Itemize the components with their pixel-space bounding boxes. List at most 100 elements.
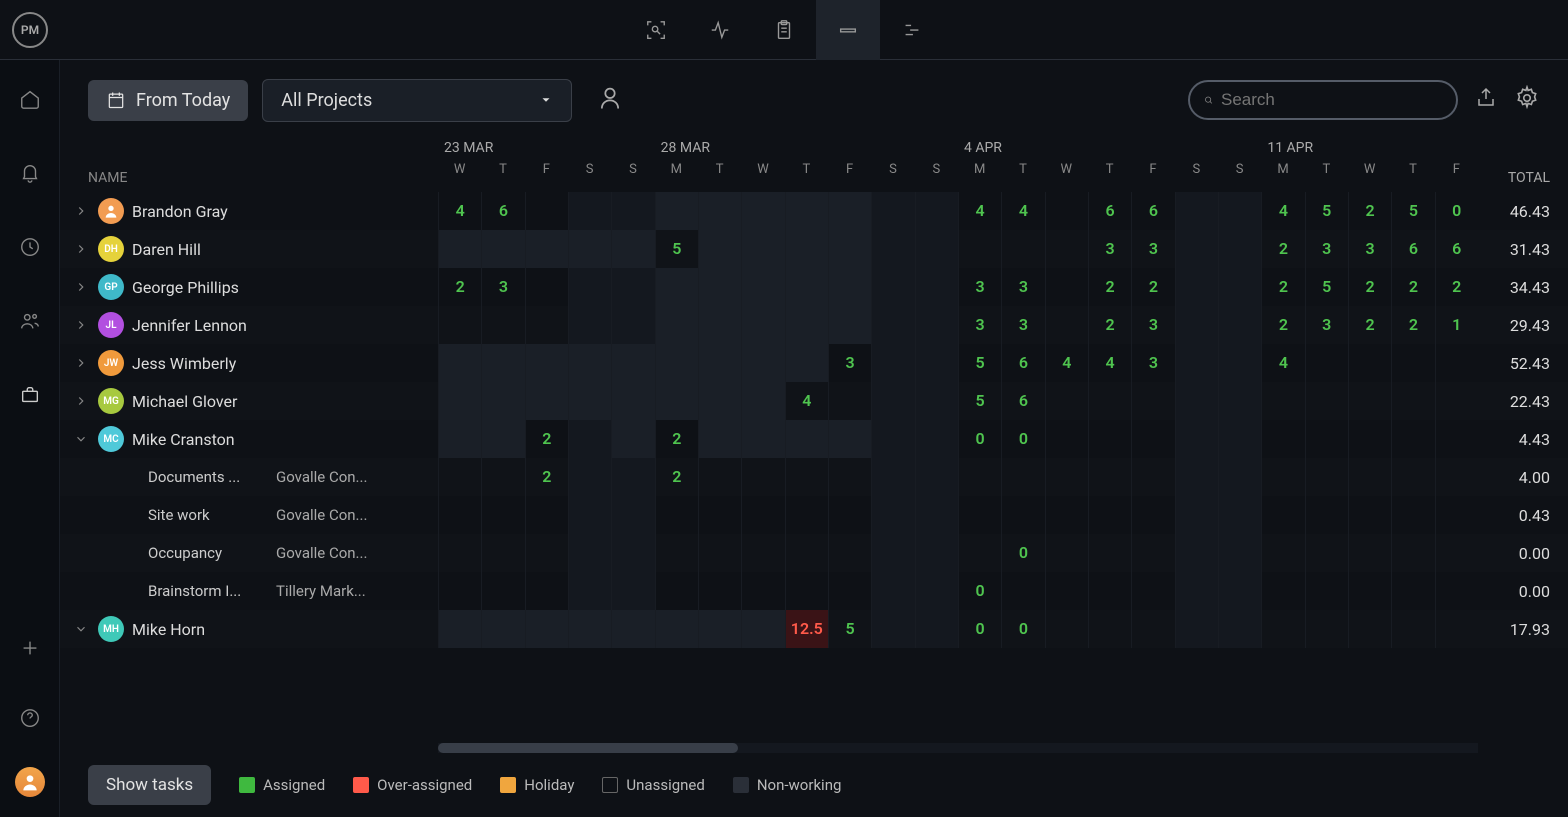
cell[interactable]: [1088, 572, 1131, 610]
cell[interactable]: [1088, 382, 1131, 420]
cell[interactable]: [1001, 230, 1044, 268]
cell[interactable]: [785, 458, 828, 496]
cell[interactable]: [1261, 534, 1304, 572]
cell[interactable]: [1045, 458, 1088, 496]
cell[interactable]: 2: [1088, 268, 1131, 306]
cell[interactable]: [1348, 420, 1391, 458]
cell[interactable]: [481, 344, 524, 382]
cell[interactable]: [698, 382, 741, 420]
cell[interactable]: [1218, 268, 1261, 306]
bell-icon[interactable]: [0, 152, 60, 194]
cell[interactable]: 5: [1305, 192, 1348, 230]
cell[interactable]: 0: [1435, 192, 1478, 230]
cell[interactable]: [1305, 420, 1348, 458]
cell[interactable]: [1261, 610, 1304, 648]
cell[interactable]: [655, 382, 698, 420]
cell[interactable]: [568, 344, 611, 382]
cell[interactable]: [828, 420, 871, 458]
cell[interactable]: 4: [1261, 344, 1304, 382]
cell[interactable]: [1045, 268, 1088, 306]
cell[interactable]: [828, 268, 871, 306]
cell[interactable]: [1131, 420, 1174, 458]
cell[interactable]: [1088, 610, 1131, 648]
cell[interactable]: [1045, 534, 1088, 572]
cell[interactable]: [741, 268, 784, 306]
cell[interactable]: [698, 344, 741, 382]
cell[interactable]: [481, 420, 524, 458]
cell[interactable]: [611, 344, 654, 382]
cell[interactable]: 5: [655, 230, 698, 268]
cell[interactable]: [785, 192, 828, 230]
cell[interactable]: 12.5: [785, 610, 828, 648]
cell[interactable]: [828, 458, 871, 496]
people-icon[interactable]: [0, 300, 60, 342]
cell[interactable]: [1088, 458, 1131, 496]
chevron-down-icon[interactable]: [74, 432, 90, 446]
cell[interactable]: [871, 268, 914, 306]
cell[interactable]: [1348, 572, 1391, 610]
cell[interactable]: [698, 230, 741, 268]
cell[interactable]: [1261, 420, 1304, 458]
cell[interactable]: 6: [1001, 344, 1044, 382]
cell[interactable]: [1131, 610, 1174, 648]
cell[interactable]: 3: [828, 344, 871, 382]
cell[interactable]: [1045, 610, 1088, 648]
workload-icon[interactable]: [816, 0, 880, 60]
cell[interactable]: [1305, 458, 1348, 496]
cell[interactable]: [1088, 534, 1131, 572]
cell[interactable]: [438, 344, 481, 382]
cell[interactable]: [525, 496, 568, 534]
cell[interactable]: 2: [1435, 268, 1478, 306]
cell[interactable]: [1131, 496, 1174, 534]
cell[interactable]: [1131, 534, 1174, 572]
cell[interactable]: [1175, 534, 1218, 572]
cell[interactable]: [481, 534, 524, 572]
cell[interactable]: 5: [958, 344, 1001, 382]
cell[interactable]: [828, 496, 871, 534]
home-icon[interactable]: [0, 78, 60, 120]
cell[interactable]: [481, 496, 524, 534]
cell[interactable]: [655, 496, 698, 534]
share-icon[interactable]: [1474, 86, 1498, 114]
timeline-icon[interactable]: [880, 0, 944, 60]
cell[interactable]: [785, 268, 828, 306]
cell[interactable]: 4: [1045, 344, 1088, 382]
cell[interactable]: 1: [1435, 306, 1478, 344]
cell[interactable]: [871, 534, 914, 572]
cell[interactable]: 2: [1348, 268, 1391, 306]
cell[interactable]: [438, 306, 481, 344]
cell[interactable]: [828, 306, 871, 344]
cell[interactable]: [1045, 382, 1088, 420]
cell[interactable]: [1261, 572, 1304, 610]
cell[interactable]: 3: [1131, 344, 1174, 382]
cell[interactable]: [1218, 420, 1261, 458]
cell[interactable]: [871, 306, 914, 344]
cell[interactable]: [611, 306, 654, 344]
chevron-down-icon[interactable]: [74, 622, 90, 636]
cell[interactable]: [741, 496, 784, 534]
cell[interactable]: [1175, 306, 1218, 344]
cell[interactable]: [438, 382, 481, 420]
cell[interactable]: 3: [1131, 230, 1174, 268]
cell[interactable]: [481, 572, 524, 610]
cell[interactable]: [915, 382, 958, 420]
cell[interactable]: [1218, 496, 1261, 534]
cell[interactable]: [698, 420, 741, 458]
cell[interactable]: [871, 382, 914, 420]
cell[interactable]: [655, 572, 698, 610]
cell[interactable]: [1001, 458, 1044, 496]
cell[interactable]: 2: [1391, 268, 1434, 306]
cell[interactable]: [1045, 192, 1088, 230]
cell[interactable]: 5: [1305, 268, 1348, 306]
cell[interactable]: [1435, 496, 1478, 534]
cell[interactable]: 2: [1131, 268, 1174, 306]
cell[interactable]: [525, 268, 568, 306]
cell[interactable]: [915, 420, 958, 458]
cell[interactable]: 4: [1001, 192, 1044, 230]
cell[interactable]: [741, 534, 784, 572]
cell[interactable]: [525, 572, 568, 610]
cell[interactable]: 5: [828, 610, 871, 648]
cell[interactable]: 0: [1001, 420, 1044, 458]
cell[interactable]: [1045, 230, 1088, 268]
cell[interactable]: 4: [785, 382, 828, 420]
